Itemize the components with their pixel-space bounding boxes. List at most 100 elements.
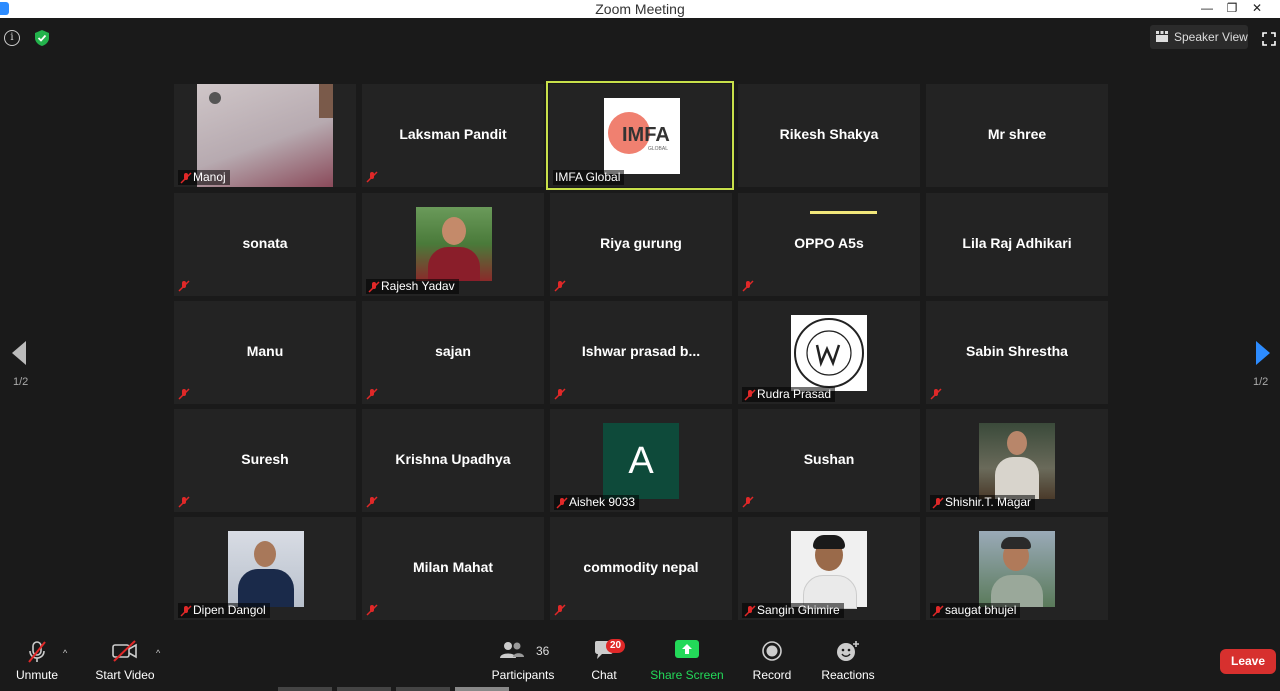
record-icon [762, 641, 782, 661]
participant-name: Sushan [803, 451, 855, 467]
taskbar-strip [455, 687, 509, 691]
previous-page-arrow-icon[interactable] [10, 340, 28, 366]
fullscreen-icon[interactable] [1262, 32, 1276, 46]
participant-tile[interactable]: sonata [174, 193, 356, 296]
next-page-arrow-icon[interactable] [1254, 340, 1272, 366]
profile-photo [228, 531, 304, 607]
leave-meeting-button[interactable]: Leave [1220, 649, 1276, 674]
unmute-label: Unmute [15, 668, 59, 682]
muted-mic-icon [932, 605, 944, 617]
muted-mic-icon [366, 604, 378, 616]
profile-photo [979, 531, 1055, 607]
participant-tile[interactable]: Manoj [174, 84, 356, 187]
photo-body [238, 569, 294, 607]
reactions-button[interactable]: Reactions [818, 630, 878, 691]
muted-mic-icon [932, 497, 944, 509]
muted-mic-icon [366, 388, 378, 400]
start-video-button[interactable]: Start Video [92, 630, 158, 691]
participant-name: Sabin Shrestha [966, 343, 1068, 359]
video-options-caret-icon[interactable]: ^ [156, 648, 160, 658]
participants-button[interactable]: 36 Participants [490, 630, 556, 691]
organization-seal [791, 315, 867, 391]
participant-tile[interactable]: Krishna Upadhya [362, 409, 544, 512]
window-title: Zoom Meeting [595, 1, 685, 17]
participant-tile[interactable]: Manu [174, 301, 356, 404]
muted-mic-icon [180, 605, 192, 617]
profile-photo [979, 423, 1055, 499]
share-screen-icon [675, 640, 699, 658]
muted-mic-icon [930, 388, 942, 400]
participant-tile[interactable]: Lila Raj Adhikari [926, 193, 1108, 296]
muted-mic-icon [180, 172, 192, 184]
minimize-button[interactable]: — [1194, 0, 1220, 18]
participant-tile[interactable]: Rudra Prasad [738, 301, 920, 404]
speaker-view-button[interactable]: Speaker View [1150, 25, 1248, 49]
chat-label: Chat [591, 668, 617, 682]
restore-button[interactable]: ❐ [1219, 0, 1245, 18]
participant-tile[interactable]: Dipen Dangol [174, 517, 356, 620]
participant-name: Laksman Pandit [399, 126, 507, 142]
photo-body [995, 457, 1039, 499]
participant-name: Ishwar prasad b... [581, 343, 701, 359]
shield-icon[interactable] [33, 29, 51, 47]
participant-name: commodity nepal [583, 559, 699, 575]
participant-name: Manu [246, 343, 284, 359]
muted-mic-icon [178, 496, 190, 508]
muted-mic-icon [742, 280, 754, 292]
chat-button[interactable]: 20 Chat [584, 630, 626, 691]
share-screen-button[interactable]: Share Screen [650, 630, 724, 691]
participant-tile[interactable]: sajan [362, 301, 544, 404]
participant-tile[interactable]: Sabin Shrestha [926, 301, 1108, 404]
participant-name-label: saugat bhujel [930, 603, 1021, 618]
participant-name-label: Manoj [178, 170, 230, 185]
chat-unread-badge: 20 [606, 639, 626, 653]
photo-face [442, 217, 466, 245]
participant-tile[interactable]: Suresh [174, 409, 356, 512]
taskbar-strip [396, 687, 450, 691]
participant-tile[interactable]: Shishir.T. Magar [926, 409, 1108, 512]
participant-name: Riya gurung [600, 235, 682, 251]
participant-name-label: Sangin Ghimire [742, 603, 844, 618]
participant-tile[interactable]: Riya gurung [550, 193, 732, 296]
info-icon[interactable]: i [4, 30, 20, 46]
speaker-view-icon [1156, 31, 1168, 42]
unmute-button[interactable]: Unmute [8, 630, 66, 691]
photo-hair [813, 535, 845, 549]
audio-options-caret-icon[interactable]: ^ [63, 648, 67, 658]
muted-mic-icon [366, 171, 378, 183]
participant-name-label: Dipen Dangol [178, 603, 270, 618]
participant-name: OPPO A5s [794, 235, 864, 251]
gallery-grid: Manoj Laksman Pandit IMFA GLOBAL IMFA Gl… [174, 81, 1110, 622]
participant-tile[interactable]: Rikesh Shakya [738, 84, 920, 187]
participant-tile[interactable]: A Aishek 9033 [550, 409, 732, 512]
participant-name: Krishna Upadhya [395, 451, 511, 467]
participant-name-label: IMFA Global [553, 170, 625, 185]
participant-tile[interactable]: Laksman Pandit [362, 84, 544, 187]
participant-tile[interactable]: Mr shree [926, 84, 1108, 187]
muted-mic-icon [178, 280, 190, 292]
participant-tile[interactable]: Sushan [738, 409, 920, 512]
participant-tile[interactable]: commodity nepal [550, 517, 732, 620]
share-screen-label: Share Screen [650, 668, 724, 682]
profile-photo [416, 207, 492, 281]
start-video-label: Start Video [95, 668, 155, 682]
record-button[interactable]: Record [748, 630, 796, 691]
participant-name: sonata [242, 235, 288, 251]
ceiling-fixture [209, 92, 221, 104]
speaking-indicator [810, 211, 877, 214]
taskbar-strip [337, 687, 391, 691]
logo-text: IMFA [622, 124, 670, 146]
participant-tile[interactable]: Rajesh Yadav [362, 193, 544, 296]
participant-tile[interactable]: Sangin Ghimire [738, 517, 920, 620]
participant-name: sajan [435, 343, 471, 359]
muted-mic-icon [556, 497, 568, 509]
record-label: Record [752, 668, 792, 682]
participant-tile[interactable]: saugat bhujel [926, 517, 1108, 620]
photo-hair [1001, 537, 1031, 549]
participant-tile[interactable]: Milan Mahat [362, 517, 544, 620]
close-button[interactable]: ✕ [1244, 0, 1270, 18]
participant-tile[interactable]: Ishwar prasad b... [550, 301, 732, 404]
participant-tile[interactable]: OPPO A5s [738, 193, 920, 296]
meeting-toolbar: Unmute ^ Start Video ^ 36 Participants 2… [0, 630, 1280, 691]
participant-tile-active-speaker[interactable]: IMFA GLOBAL IMFA Global [546, 81, 734, 190]
